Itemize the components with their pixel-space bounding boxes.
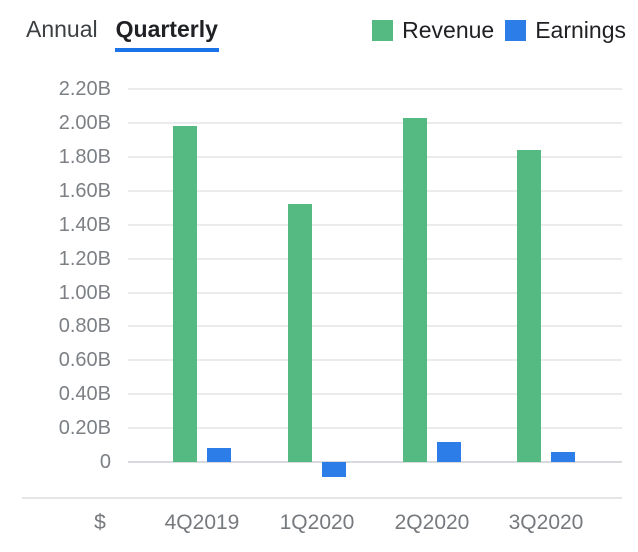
y-axis-tick-label: 1.60B <box>16 180 111 202</box>
financials-chart-panel: Annual Quarterly Revenue Earnings 2.20B2… <box>0 0 638 552</box>
gridline <box>128 325 622 327</box>
y-axis-tick-label: 2.20B <box>16 78 111 100</box>
zero-line <box>128 461 622 463</box>
gridline <box>128 359 622 361</box>
revenue-bar-4Q2019[interactable] <box>173 126 197 462</box>
y-axis-tick-label: 0 <box>16 451 111 473</box>
axis-divider <box>22 497 622 499</box>
x-axis-label-2Q2020: 2Q2020 <box>377 511 487 535</box>
x-axis-label-3Q2020: 3Q2020 <box>491 511 601 535</box>
earnings-bar-3Q2020[interactable] <box>551 452 575 462</box>
y-axis-tick-label: 0.40B <box>16 383 111 405</box>
revenue-bar-1Q2020[interactable] <box>288 204 312 462</box>
y-axis-tick-label: 1.20B <box>16 248 111 270</box>
gridline <box>128 393 622 395</box>
gridline <box>128 292 622 294</box>
revenue-bar-3Q2020[interactable] <box>517 150 541 462</box>
earnings-bar-2Q2020[interactable] <box>437 442 461 462</box>
y-axis-tick-label: 0.80B <box>16 315 111 337</box>
gridline <box>128 258 622 260</box>
y-axis-tick-label: 0.60B <box>16 349 111 371</box>
revenue-bar-2Q2020[interactable] <box>403 118 427 462</box>
x-axis-label-1Q2020: 1Q2020 <box>262 511 372 535</box>
earnings-bar-4Q2019[interactable] <box>207 448 231 462</box>
x-axis-label-4Q2019: 4Q2019 <box>147 511 257 535</box>
y-axis-tick-label: 1.40B <box>16 214 111 236</box>
currency-label: $ <box>85 511 115 535</box>
gridline <box>128 88 622 90</box>
y-axis-tick-label: 0.20B <box>16 417 111 439</box>
gridline <box>128 156 622 158</box>
y-axis-tick-label: 1.80B <box>16 146 111 168</box>
gridline <box>128 224 622 226</box>
gridline <box>128 190 622 192</box>
gridline <box>128 427 622 429</box>
bar-chart: 2.20B 2.00B 1.80B 1.60B 1.40B 1.20B 1.00B 0.80B… <box>0 0 638 552</box>
gridline <box>128 122 622 124</box>
earnings-bar-1Q2020[interactable] <box>322 462 346 477</box>
y-axis-tick-label: 2.00B <box>16 112 111 134</box>
y-axis-tick-label: 1.00B <box>16 282 111 304</box>
